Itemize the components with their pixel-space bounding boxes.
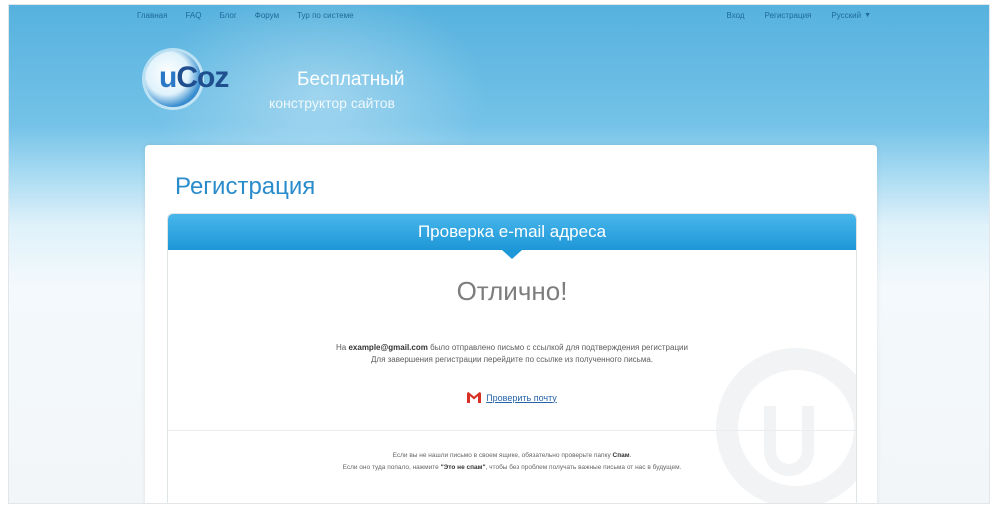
logo-tagline-2: конструктор сайтов <box>269 95 395 111</box>
panel-header: Проверка e-mail адреса <box>168 214 856 250</box>
email-verification-panel: Проверка e-mail адреса Отлично! На examp… <box>167 213 857 503</box>
nav-link-home[interactable]: Главная <box>137 11 167 20</box>
browser-viewport: Главная FAQ Блог Форум Тур по системе Вх… <box>8 4 990 504</box>
spam-notice: Если вы не нашли письмо в своем ящике, о… <box>168 450 856 474</box>
nav-link-faq[interactable]: FAQ <box>185 11 201 20</box>
spam-line1-text: Если вы не нашли письмо в своем ящике, о… <box>392 452 611 459</box>
logo-wordmark: uCoz <box>159 61 229 95</box>
chevron-down-icon: ▼ <box>864 12 871 19</box>
page-title: Регистрация <box>175 173 316 200</box>
check-mail: Проверить почту <box>168 392 856 403</box>
language-selector[interactable]: Русский ▼ <box>831 11 871 20</box>
check-mail-link[interactable]: Проверить почту <box>486 393 557 403</box>
spam-line2-prefix: Если оно туда попало, нажмите <box>342 464 439 471</box>
nav-link-login[interactable]: Вход <box>727 11 745 20</box>
top-nav-left: Главная FAQ Блог Форум Тур по системе <box>137 11 354 20</box>
not-spam-label: "Это не спам" <box>440 464 486 471</box>
top-nav-right: Вход Регистрация Русский ▼ <box>727 11 872 20</box>
nav-link-blog[interactable]: Блог <box>219 11 236 20</box>
logo-tagline-1: Бесплатный <box>297 69 405 90</box>
spam-notice-line-2: Если оно туда попало, нажмите "Это не сп… <box>168 462 856 474</box>
panel-header-arrow <box>502 250 522 259</box>
language-label: Русский <box>831 11 862 20</box>
content-card: Регистрация Проверка e-mail адреса Отлич… <box>145 145 877 503</box>
nav-link-register[interactable]: Регистрация <box>765 11 812 20</box>
logo-coz: Coz <box>176 61 229 94</box>
site-logo[interactable]: uCoz Бесплатный конструктор сайтов <box>145 49 475 129</box>
nav-link-tour[interactable]: Тур по системе <box>297 11 353 20</box>
panel-divider <box>168 430 856 431</box>
gmail-icon[interactable] <box>467 392 482 403</box>
nav-link-forum[interactable]: Форум <box>255 11 279 20</box>
top-navigation: Главная FAQ Блог Форум Тур по системе Вх… <box>9 5 989 25</box>
email-address: example@gmail.com <box>348 343 428 352</box>
msg-prefix: На <box>336 343 347 352</box>
msg-line1-rest: было отправлено письмо с ссылкой для под… <box>430 343 688 352</box>
spam-folder-name: Спам <box>612 452 630 459</box>
success-headline: Отлично! <box>456 276 568 306</box>
confirmation-line-1: На example@gmail.com было отправлено пис… <box>168 342 856 354</box>
logo-u: u <box>159 61 177 94</box>
confirmation-line-2: Для завершения регистрации перейдите по … <box>370 355 654 364</box>
spam-notice-line-1: Если вы не нашли письмо в своем ящике, о… <box>392 452 632 459</box>
confirmation-message: На example@gmail.com было отправлено пис… <box>168 342 856 366</box>
spam-line2-rest: , чтобы без проблем получать важные пись… <box>485 464 682 471</box>
